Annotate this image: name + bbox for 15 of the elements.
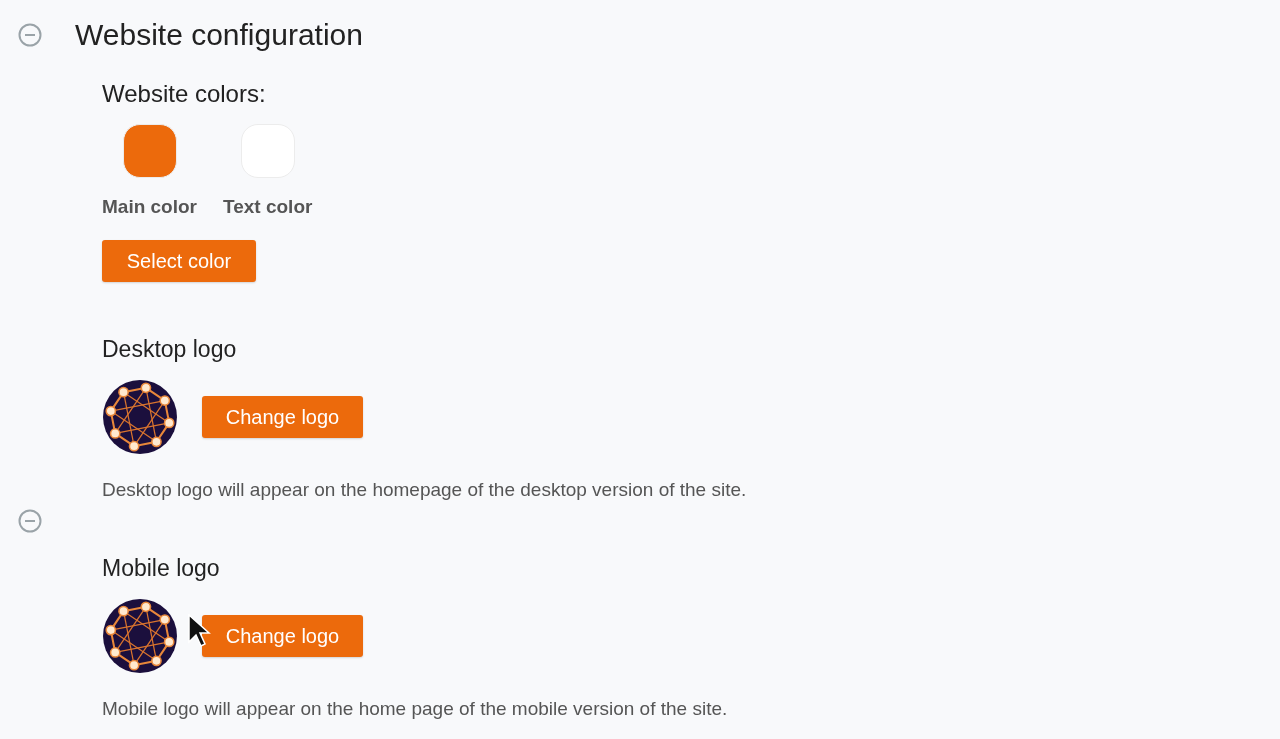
collapse-icon[interactable] xyxy=(18,509,42,533)
change-logo-button[interactable]: Change logo xyxy=(202,615,363,657)
section-heading: Desktop logo xyxy=(102,336,238,363)
description: Mobile logo will appear on the home page of the mobile version of the site. xyxy=(102,698,729,720)
section-heading: Website colors: xyxy=(102,80,267,108)
swatch-label: Main color xyxy=(102,196,197,218)
select-color-button[interactable]: Select color xyxy=(102,240,256,282)
section-heading: Mobile logo xyxy=(102,555,221,582)
cursor-icon xyxy=(188,614,212,648)
collapse-icon[interactable] xyxy=(18,23,42,47)
change-logo-button[interactable]: Change logo xyxy=(202,396,363,438)
description: Desktop logo will appear on the homepage of the desktop version of the site. xyxy=(102,479,748,501)
swatch-label: Text color xyxy=(223,196,313,218)
color-swatch[interactable] xyxy=(122,124,177,178)
section-title: Website configuration xyxy=(75,18,363,52)
